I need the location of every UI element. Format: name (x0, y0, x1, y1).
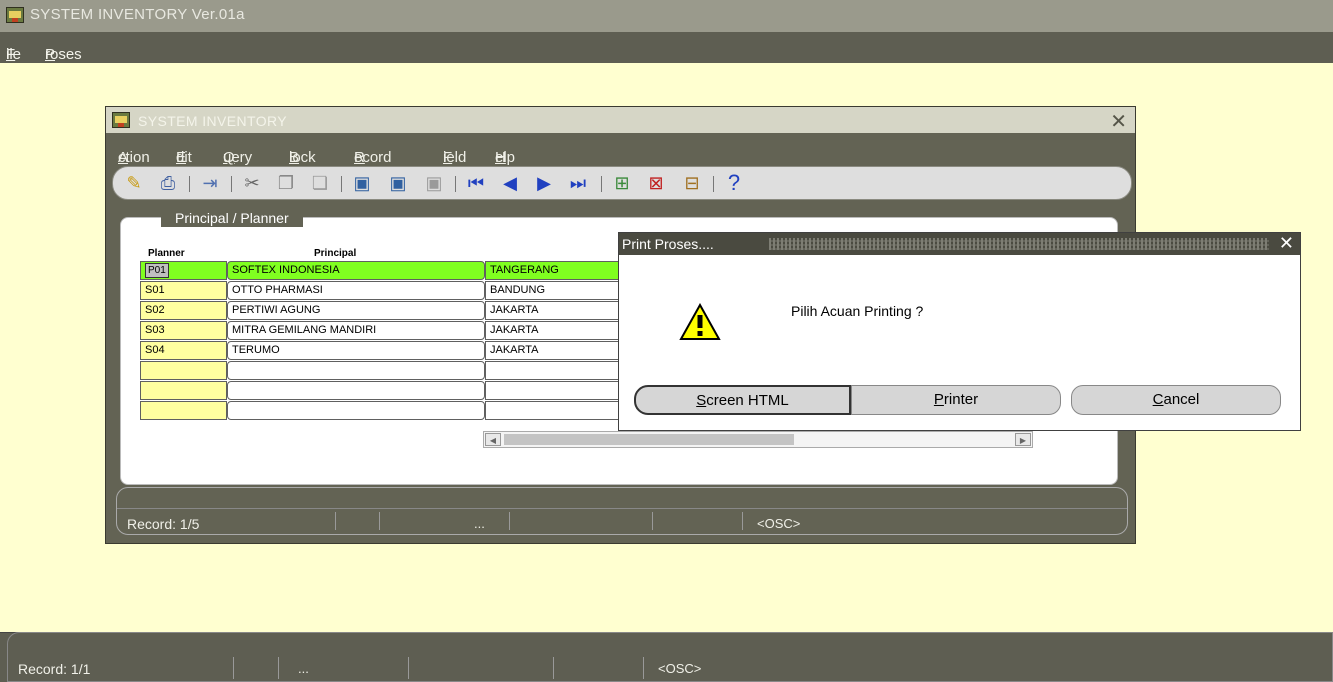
dialog-title: Print Proses.... (622, 236, 714, 252)
principal-cell[interactable] (227, 381, 485, 400)
status-divider (553, 657, 554, 679)
status-divider (278, 657, 279, 679)
screen-html-button[interactable]: Screen HTML (634, 385, 851, 415)
enter-query-icon[interactable]: ▣ (349, 171, 375, 195)
main-menubar: File Proses (0, 32, 1333, 63)
lock-record-icon[interactable]: ⊟ (679, 171, 705, 195)
main-status-dots: ... (298, 661, 309, 676)
main-osc-indicator: <OSC> (658, 661, 702, 676)
horizontal-scrollbar[interactable]: ◀ ▶ (483, 431, 1033, 448)
planner-cell[interactable]: S01 (140, 281, 227, 300)
planner-cell[interactable]: S04 (140, 341, 227, 360)
principal-cell[interactable]: OTTO PHARMASI (227, 281, 485, 300)
save-icon[interactable]: ✎ (121, 171, 147, 195)
principal-cell[interactable]: MITRA GEMILANG MANDIRI (227, 321, 485, 340)
principal-cell[interactable]: SOFTEX INDONESIA (227, 261, 485, 280)
scroll-left-icon[interactable]: ◀ (485, 433, 501, 446)
app-title: SYSTEM INVENTORY Ver.01a (30, 6, 245, 23)
toolbar: ✎ ⎙ ⇥ ✂ ❐ ❏ ▣ ▣ ▣ ⏮ ◀ ▶ ⏭ ⊞ ⊠ ⊟ ? (112, 166, 1132, 200)
principal-cell[interactable] (227, 401, 485, 420)
scroll-right-icon[interactable]: ▶ (1015, 433, 1031, 446)
column-header-planner: Planner (148, 248, 185, 259)
status-divider (233, 657, 234, 679)
status-divider (643, 657, 644, 679)
insert-record-icon[interactable]: ⊞ (609, 171, 635, 195)
toolbar-separator (189, 176, 190, 192)
window-menubar: Action Edit Query Block Record Field Hel… (118, 149, 516, 166)
toolbar-separator (231, 176, 232, 192)
window-title: SYSTEM INVENTORY (138, 113, 288, 129)
status-divider (379, 512, 380, 530)
toolbar-separator (713, 176, 714, 192)
print-proses-dialog: Print Proses.... ✕ Pilih Acuan Printing … (618, 232, 1301, 431)
help-icon[interactable]: ? (721, 171, 747, 195)
window-osc-indicator: <OSC> (757, 516, 801, 531)
planner-cell[interactable]: S03 (140, 321, 227, 340)
window-status-dots: ... (474, 516, 485, 531)
copy-icon[interactable]: ❐ (273, 171, 299, 195)
exit-icon[interactable]: ⇥ (197, 171, 223, 195)
principal-cell[interactable]: PERTIWI AGUNG (227, 301, 485, 320)
cancel-button[interactable]: Cancel (1071, 385, 1281, 415)
dialog-message: Pilih Acuan Printing ? (791, 303, 924, 319)
window-app-icon (112, 112, 130, 128)
dialog-close-icon[interactable]: ✕ (1279, 233, 1294, 254)
print-icon[interactable]: ⎙ (155, 171, 181, 195)
status-separator (117, 508, 1127, 509)
scrollbar-thumb[interactable] (504, 434, 794, 445)
app-titlebar: SYSTEM INVENTORY Ver.01a (0, 0, 1333, 32)
status-divider (652, 512, 653, 530)
status-divider (742, 512, 743, 530)
planner-cell[interactable]: S02 (140, 301, 227, 320)
cut-icon[interactable]: ✂ (239, 171, 265, 195)
first-record-icon[interactable]: ⏮ (463, 171, 489, 195)
titlebar-hatch (769, 238, 1269, 250)
column-header-principal: Principal (314, 248, 357, 259)
execute-query-icon[interactable]: ▣ (385, 171, 411, 195)
planner-cell[interactable] (140, 401, 227, 420)
warning-icon (679, 303, 721, 340)
main-record-indicator: Record: 1/1 (18, 661, 91, 677)
next-record-icon[interactable]: ▶ (531, 171, 557, 195)
paste-icon[interactable]: ❏ (307, 171, 333, 195)
panel-title: Principal / Planner (161, 209, 303, 227)
main-status-bar: Record: 1/1 ... <OSC> (7, 632, 1333, 682)
window-close-icon[interactable]: ✕ (1110, 109, 1127, 134)
planner-cell[interactable]: P01 (140, 261, 227, 280)
toolbar-separator (341, 176, 342, 192)
status-divider (408, 657, 409, 679)
window-record-indicator: Record: 1/5 (127, 516, 200, 532)
window-titlebar[interactable]: SYSTEM INVENTORY ✕ (106, 107, 1135, 133)
toolbar-separator (601, 176, 602, 192)
toolbar-separator (455, 176, 456, 192)
last-record-icon[interactable]: ⏭ (565, 171, 591, 195)
printer-button[interactable]: Printer (851, 385, 1061, 415)
app-icon (6, 7, 24, 23)
cancel-query-icon[interactable]: ▣ (421, 171, 447, 195)
principal-cell[interactable] (227, 361, 485, 380)
dialog-titlebar[interactable]: Print Proses.... ✕ (619, 233, 1300, 255)
status-divider (335, 512, 336, 530)
previous-record-icon[interactable]: ◀ (497, 171, 523, 195)
principal-cell[interactable]: TERUMO (227, 341, 485, 360)
window-status-bar: Record: 1/5 ... <OSC> (116, 487, 1128, 535)
status-divider (509, 512, 510, 530)
delete-record-icon[interactable]: ⊠ (643, 171, 669, 195)
planner-cell[interactable] (140, 361, 227, 380)
planner-cell[interactable] (140, 381, 227, 400)
